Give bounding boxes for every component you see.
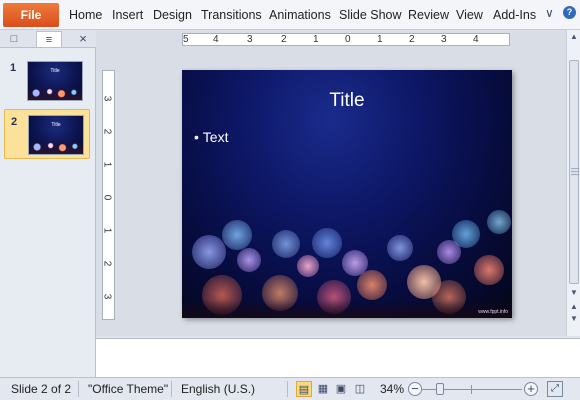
ruler-label: 1 [101,227,113,234]
status-bar: Slide 2 of 2 "Office Theme" English (U.S… [0,377,580,400]
ruler-label: 4 [473,34,479,45]
ruler-label: 1 [101,161,113,168]
ruler-label: 3 [101,95,113,102]
file-tab[interactable]: File [3,3,59,27]
slide-bullet-text[interactable]: • Text [194,129,228,145]
pane-tabs: □ ≡ × [0,30,96,48]
slides-tab[interactable]: □ [3,31,25,47]
slide-thumbnail-row-2[interactable]: 2 Title [4,109,90,159]
outline-tab[interactable]: ≡ [36,31,62,47]
slides-pane: □ ≡ × 1 Title 2 Title [0,30,96,377]
tab-add-ins[interactable]: Add-Ins [493,8,536,22]
ruler-label: 3 [441,34,447,45]
tab-transitions[interactable]: Transitions [201,8,262,22]
tab-review[interactable]: Review [408,8,449,22]
zoom-in-icon[interactable]: + [524,382,538,396]
help-icon[interactable]: ? [563,6,576,19]
tab-design[interactable]: Design [153,8,192,22]
reading-view-icon[interactable]: ▣ [333,381,349,397]
ribbon-tab-bar: File Home Insert Design Transitions Anim… [0,0,580,30]
zoom-slider-midmark [471,385,472,394]
slide-editing-area: 5 4 3 2 1 0 1 2 3 4 3 2 1 0 1 2 3 Title … [96,30,566,336]
ruler-label: 3 [101,293,113,300]
thumbnail-title: Title [51,122,61,128]
horizontal-ruler: 5 4 3 2 1 0 1 2 3 4 [182,33,510,46]
scroll-up-icon[interactable]: ▲ [568,32,580,41]
thumbnail-bokeh [28,86,82,100]
ruler-label: 2 [281,34,287,45]
slide-thumbnail[interactable]: Title [27,61,83,101]
vertical-ruler: 3 2 1 0 1 2 3 [101,70,115,320]
ruler-label: 0 [101,194,113,201]
zoom-level[interactable]: 34% [380,382,404,396]
status-separator [171,381,172,397]
tab-insert[interactable]: Insert [112,8,143,22]
tab-home[interactable]: Home [69,8,102,22]
zoom-slider-thumb[interactable] [436,383,444,395]
status-separator [78,381,79,397]
thumbnail-bokeh [29,140,83,154]
slide-show-view-icon[interactable]: ◫ [352,381,368,397]
ruler-label: 1 [313,34,319,45]
ruler-label: 2 [101,128,113,135]
next-slide-icon[interactable]: ▼ [568,314,580,323]
slide-sorter-view-icon[interactable]: ▦ [315,381,331,397]
ruler-label: 5 [183,34,189,45]
slide-number: 2 [11,116,18,128]
fit-to-window-icon[interactable]: ⤢ [547,381,563,397]
bullet-text: Text [202,129,229,145]
thumbnail-title: Title [50,68,60,74]
ruler-label: 0 [345,34,351,45]
theme-status[interactable]: "Office Theme" [88,382,168,396]
ruler-label: 4 [213,34,219,45]
slide-count-status: Slide 2 of 2 [11,382,72,396]
slide-credit-text: www.fppt.info [478,309,508,315]
slide-thumbnail[interactable]: Title [28,115,84,155]
slide-thumbnail-row-1[interactable]: 1 Title [4,56,90,106]
close-icon[interactable]: × [76,31,90,47]
ruler-label: 1 [377,34,383,45]
slide-title-placeholder[interactable]: Title [182,90,512,112]
vertical-scrollbar[interactable]: ▲ — — — ▼ ▲ ▼ [566,30,580,336]
normal-view-icon[interactable]: ▤ [296,381,312,397]
tab-animations[interactable]: Animations [269,8,331,22]
tab-view[interactable]: View [456,8,483,22]
scroll-thumb[interactable]: — — — [569,60,579,284]
zoom-out-icon[interactable]: − [408,382,422,396]
status-separator [287,381,288,397]
previous-slide-icon[interactable]: ▲ [568,302,580,311]
slide-canvas[interactable]: Title • Text www.fppt.info [182,70,512,318]
tab-slide-show[interactable]: Slide Show [339,8,402,22]
ruler-label: 2 [409,34,415,45]
slide-number: 1 [10,62,17,74]
scroll-grip-icon: — — — [571,164,579,179]
ruler-label: 2 [101,260,113,267]
notes-pane[interactable] [96,338,580,377]
minimize-ribbon-icon[interactable]: ∨ [545,6,554,20]
ruler-label: 3 [247,34,253,45]
scroll-down-icon[interactable]: ▼ [568,288,580,297]
language-status[interactable]: English (U.S.) [181,382,255,396]
